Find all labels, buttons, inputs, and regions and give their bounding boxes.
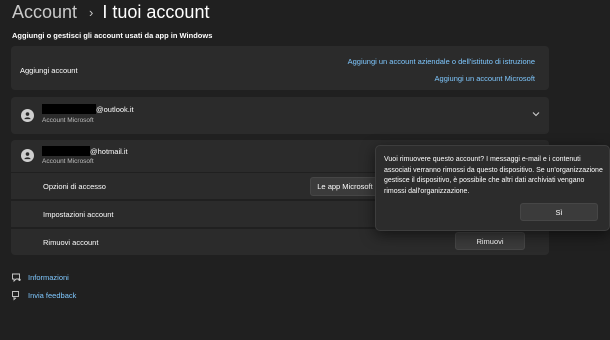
flyout-message: Vuoi rimuovere questo account? I messagg… xyxy=(384,156,603,195)
remove-account-label: Rimuovi account xyxy=(43,238,99,247)
add-account-card: Aggiungi account Aggiungi un account azi… xyxy=(11,46,549,90)
account-type: Account Microsoft xyxy=(42,117,94,124)
breadcrumb: Account › I tuoi account xyxy=(12,0,209,24)
page-title: I tuoi account xyxy=(102,1,210,22)
account-row-outlook[interactable]: @outlook.it Account Microsoft xyxy=(11,97,549,134)
access-options-label: Opzioni di accesso xyxy=(43,182,106,191)
add-microsoft-account-link[interactable]: Aggiungi un account Microsoft xyxy=(435,74,535,83)
info-link[interactable]: Informazioni xyxy=(10,271,69,283)
add-account-label: Aggiungi account xyxy=(20,66,78,75)
info-label: Informazioni xyxy=(28,272,69,282)
feedback-icon xyxy=(10,289,22,301)
person-icon xyxy=(21,149,34,162)
redacted-email xyxy=(42,104,96,114)
feedback-link[interactable]: Invia feedback xyxy=(10,289,76,301)
feedback-label: Invia feedback xyxy=(28,290,77,300)
microsoft-apps-button[interactable]: Le app Microsoft xyxy=(310,177,380,196)
account-settings-label: Impostazioni account xyxy=(43,210,114,219)
add-work-account-link[interactable]: Aggiungi un account aziendale o dell'ist… xyxy=(348,57,535,66)
redacted-email xyxy=(42,146,90,156)
account-email-suffix: @hotmail.it xyxy=(90,147,128,156)
info-icon xyxy=(10,271,22,283)
breadcrumb-root[interactable]: Account xyxy=(12,2,77,23)
confirm-remove-button[interactable]: Sì xyxy=(520,203,598,221)
person-icon xyxy=(21,109,34,122)
remove-button[interactable]: Rimuovi xyxy=(455,232,525,250)
account-type: Account Microsoft xyxy=(42,158,94,165)
breadcrumb-separator: › xyxy=(89,4,94,20)
chevron-down-icon[interactable] xyxy=(532,110,540,119)
remove-confirmation-flyout: Vuoi rimuovere questo account? I messagg… xyxy=(375,145,610,231)
page-subtitle: Aggiungi o gestisci gli account usati da… xyxy=(12,31,213,40)
account-email-suffix: @outlook.it xyxy=(96,105,134,114)
